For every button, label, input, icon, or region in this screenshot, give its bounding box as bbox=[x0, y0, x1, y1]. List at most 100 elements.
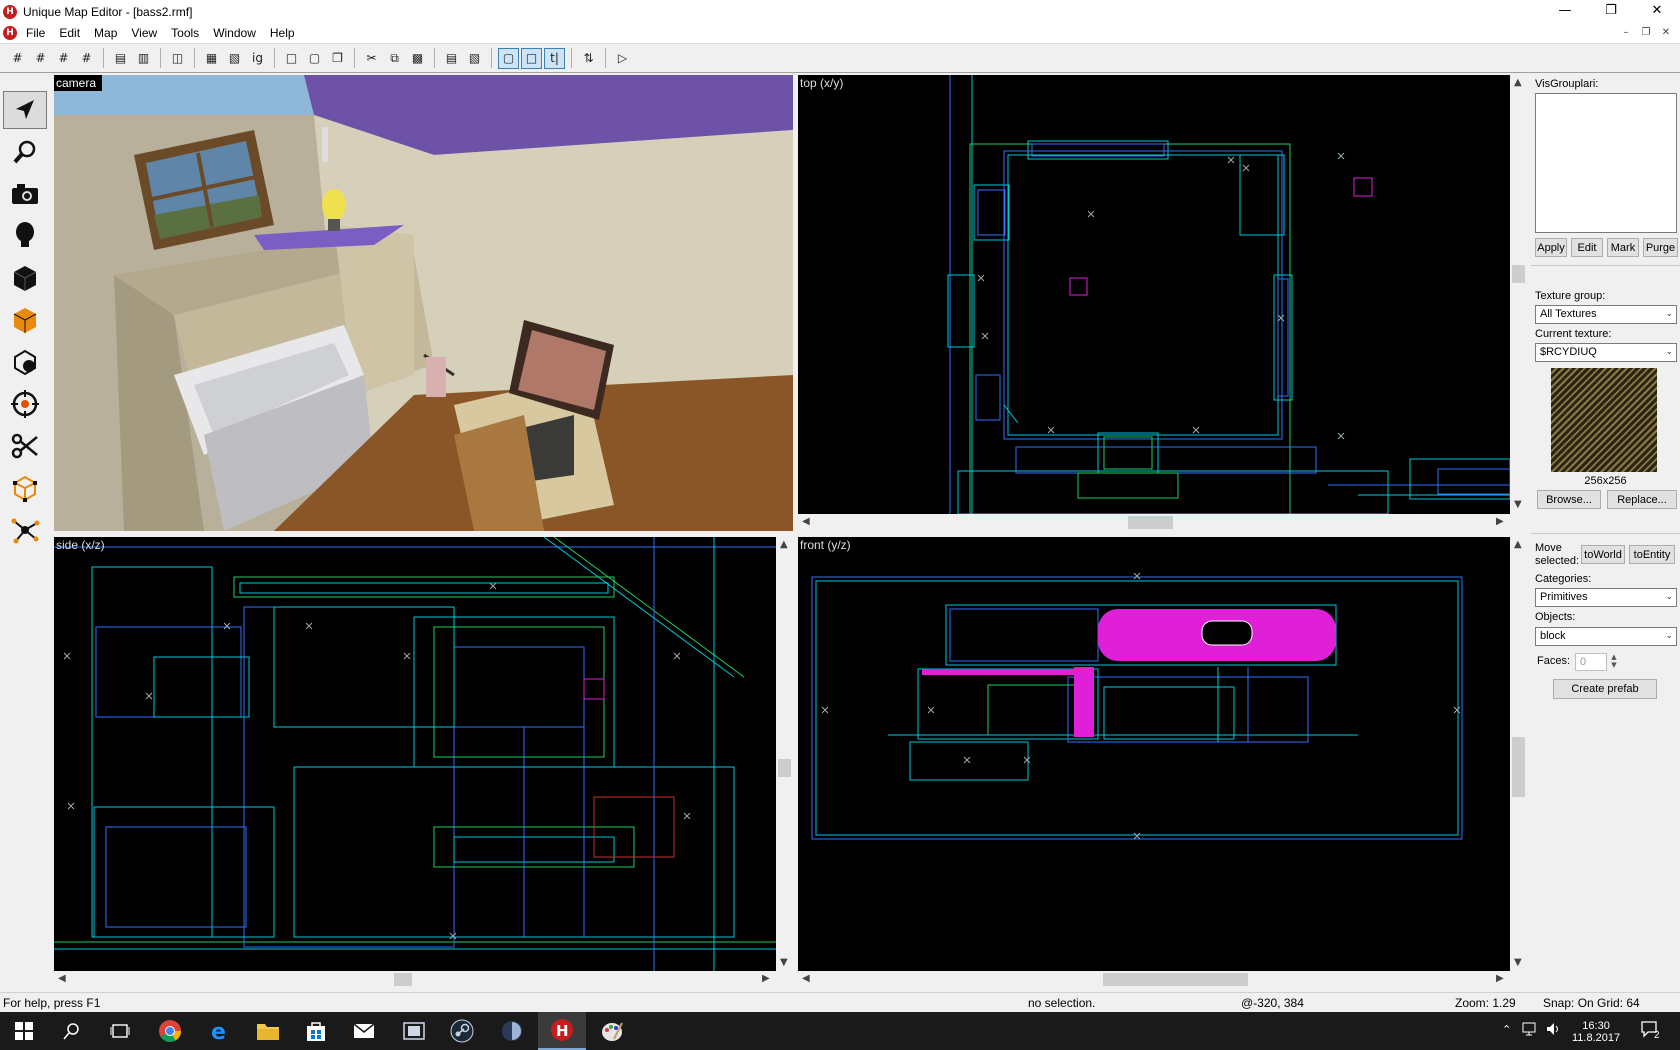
front-viewport[interactable]: front (y/z) bbox=[798, 537, 1510, 971]
camera-viewport[interactable]: camera bbox=[54, 75, 793, 531]
visgroup-purge-button[interactable]: Purge bbox=[1643, 238, 1678, 257]
doc-close-button[interactable]: ✕ bbox=[1656, 23, 1676, 43]
network-icon[interactable] bbox=[1522, 1022, 1536, 1039]
grid-toggle-icon[interactable]: # bbox=[76, 48, 97, 69]
current-texture-select[interactable]: $RCYDIUQ ⌄ bbox=[1535, 343, 1677, 362]
copy2-icon[interactable]: ⧉ bbox=[384, 48, 405, 69]
categories-select[interactable]: Primitives ⌄ bbox=[1535, 588, 1677, 607]
visgroup-apply-button[interactable]: Apply bbox=[1535, 238, 1567, 257]
run-icon[interactable]: ▷ bbox=[612, 48, 633, 69]
chevron-down-icon: ⌄ bbox=[1665, 309, 1673, 319]
selection-mode-icon[interactable]: □ bbox=[521, 47, 542, 69]
hammer-taskbar-icon[interactable]: H bbox=[538, 1012, 586, 1050]
side-vertical-scrollbar[interactable]: ▲ ▼ bbox=[776, 537, 793, 971]
ungroup-icon[interactable]: ▧ bbox=[224, 48, 245, 69]
tool-palette bbox=[0, 88, 52, 548]
hide-icon[interactable]: □ bbox=[281, 48, 302, 69]
faces-spinner[interactable]: ▲ ▼ bbox=[1608, 653, 1620, 671]
texture-tool-icon[interactable] bbox=[3, 301, 47, 339]
mail-icon[interactable] bbox=[340, 1012, 388, 1050]
media-icon[interactable] bbox=[390, 1012, 438, 1050]
top-viewport[interactable]: top (x/y) bbox=[798, 75, 1510, 514]
flip-icon[interactable]: ⇅ bbox=[578, 48, 599, 69]
front-vertical-scrollbar[interactable]: ▲ ▼ bbox=[1510, 537, 1527, 971]
status-zoom: Zoom: 1.29 bbox=[1455, 996, 1516, 1010]
group-icon[interactable]: ▦ bbox=[201, 48, 222, 69]
tray-chevron-icon[interactable]: ⌃ bbox=[1502, 1023, 1511, 1036]
ignore-group-icon[interactable]: ig bbox=[247, 48, 268, 69]
start-icon[interactable] bbox=[0, 1012, 48, 1050]
texture-group-select[interactable]: All Textures ⌄ bbox=[1535, 305, 1677, 324]
minimize-button[interactable]: — bbox=[1542, 0, 1588, 23]
visgroup-edit-button[interactable]: Edit bbox=[1571, 238, 1603, 257]
menu-edit[interactable]: Edit bbox=[52, 23, 87, 43]
texture-group-label: Texture group: bbox=[1535, 290, 1606, 302]
replace-button[interactable]: Replace... bbox=[1607, 490, 1677, 509]
menu-file[interactable]: File bbox=[19, 23, 52, 43]
texture-scale-lock-icon[interactable]: ▧ bbox=[464, 48, 485, 69]
entity-tool-icon[interactable] bbox=[3, 217, 47, 255]
cut-icon[interactable]: ✂ bbox=[361, 48, 382, 69]
visgroup-mark-button[interactable]: Mark bbox=[1607, 238, 1639, 257]
grid-larger-icon[interactable]: # bbox=[53, 48, 74, 69]
search-icon[interactable] bbox=[48, 1012, 96, 1050]
hide-others-icon[interactable]: ❐ bbox=[327, 48, 348, 69]
grid-smaller-icon[interactable]: # bbox=[30, 48, 51, 69]
to-entity-button[interactable]: toEntity bbox=[1629, 545, 1675, 564]
selection-tool-icon[interactable] bbox=[3, 91, 47, 129]
to-world-button[interactable]: toWorld bbox=[1581, 545, 1625, 564]
top-wireframe bbox=[947, 75, 1510, 514]
side-horizontal-scrollbar[interactable]: ◀ ▶ bbox=[54, 971, 793, 988]
create-prefab-button[interactable]: Create prefab bbox=[1553, 679, 1657, 699]
menu-window[interactable]: Window bbox=[206, 23, 263, 43]
paint-icon[interactable] bbox=[588, 1012, 636, 1050]
menu-help[interactable]: Help bbox=[263, 23, 302, 43]
top-vertical-scrollbar[interactable]: ▲ ▼ bbox=[1510, 75, 1527, 514]
clip-tool-icon[interactable] bbox=[3, 427, 47, 465]
edge-icon[interactable]: e bbox=[196, 1012, 244, 1050]
texture-app-icon[interactable]: t| bbox=[544, 47, 565, 69]
magnify-tool-icon[interactable] bbox=[3, 133, 47, 171]
task-view-icon[interactable] bbox=[96, 1012, 144, 1050]
file-explorer-icon[interactable] bbox=[244, 1012, 292, 1050]
doc-restore-button[interactable]: ❐ bbox=[1636, 23, 1656, 43]
volume-icon[interactable] bbox=[1546, 1022, 1562, 1039]
front-horizontal-scrollbar[interactable]: ◀ ▶ bbox=[798, 971, 1510, 988]
objects-select[interactable]: block ⌄ bbox=[1535, 627, 1677, 646]
faces-input[interactable]: 0 bbox=[1575, 653, 1607, 671]
visgroups-list[interactable] bbox=[1535, 93, 1677, 233]
doc-minimize-button[interactable]: – bbox=[1616, 23, 1636, 43]
menu-bar: H File Edit Map View Tools Window Help –… bbox=[0, 23, 1680, 43]
undo-icon[interactable]: ◫ bbox=[167, 48, 188, 69]
copy-icon[interactable]: ▤ bbox=[110, 48, 131, 69]
top-horizontal-scrollbar[interactable]: ◀ ▶ bbox=[798, 514, 1510, 531]
app-icon[interactable] bbox=[488, 1012, 536, 1050]
vertex-tool-icon[interactable] bbox=[3, 469, 47, 507]
path-tool-icon[interactable] bbox=[3, 511, 47, 549]
close-button[interactable]: ✕ bbox=[1634, 0, 1680, 23]
texture-preview bbox=[1551, 368, 1657, 472]
paste2-icon[interactable]: ▩ bbox=[407, 48, 428, 69]
paste-icon[interactable]: ▥ bbox=[133, 48, 154, 69]
chrome-icon[interactable] bbox=[146, 1012, 194, 1050]
grid-icon[interactable]: # bbox=[7, 48, 28, 69]
menu-view[interactable]: View bbox=[124, 23, 164, 43]
apply-decal-tool-icon[interactable] bbox=[3, 343, 47, 381]
maximize-button[interactable]: ❐ bbox=[1588, 0, 1634, 23]
browse-button[interactable]: Browse... bbox=[1537, 490, 1601, 509]
cordon-tool-icon[interactable] bbox=[3, 385, 47, 423]
store-icon[interactable] bbox=[292, 1012, 340, 1050]
block-tool-icon[interactable] bbox=[3, 259, 47, 297]
texture-lock-icon[interactable]: ▤ bbox=[441, 48, 462, 69]
camera-tool-icon[interactable] bbox=[3, 175, 47, 213]
show-icon[interactable]: ▢ bbox=[304, 48, 325, 69]
selection-box-icon[interactable]: ▢ bbox=[498, 47, 519, 69]
clock[interactable]: 16:30 11.8.2017 bbox=[1572, 1020, 1620, 1044]
status-help: For help, press F1 bbox=[3, 996, 101, 1010]
menu-map[interactable]: Map bbox=[87, 23, 124, 43]
document-icon[interactable]: H bbox=[3, 26, 17, 40]
menu-tools[interactable]: Tools bbox=[164, 23, 206, 43]
toolbar-separator bbox=[491, 48, 492, 68]
side-viewport[interactable]: side (x/z) bbox=[54, 537, 776, 971]
steam-icon[interactable] bbox=[438, 1012, 486, 1050]
